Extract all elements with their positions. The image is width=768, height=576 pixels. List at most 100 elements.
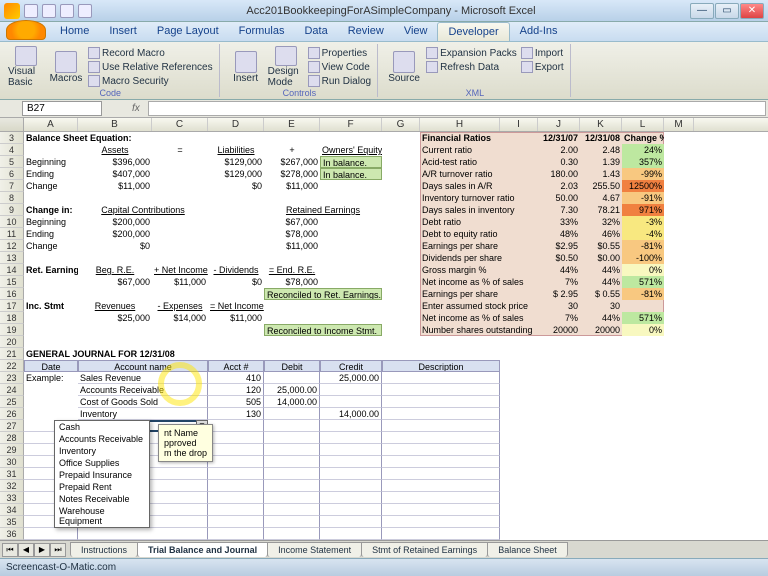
- ribbon-tab-review[interactable]: Review: [338, 22, 394, 41]
- cell[interactable]: [320, 468, 382, 480]
- sheet-tab[interactable]: Income Statement: [267, 542, 362, 557]
- worksheet[interactable]: ABCDEFGHIJKLM 34567891011121314151617181…: [0, 118, 768, 556]
- cell[interactable]: [208, 432, 264, 444]
- row-header[interactable]: 26: [0, 408, 24, 420]
- qat-redo-icon[interactable]: [60, 4, 74, 18]
- row-header[interactable]: 8: [0, 192, 24, 204]
- dropdown-item[interactable]: Prepaid Rent: [55, 481, 149, 493]
- cell[interactable]: [264, 480, 320, 492]
- ribbon-tab-insert[interactable]: Insert: [99, 22, 147, 41]
- col-header[interactable]: C: [152, 118, 208, 131]
- maximize-button[interactable]: ▭: [715, 3, 739, 19]
- col-header[interactable]: E: [264, 118, 320, 131]
- row-header[interactable]: 27: [0, 420, 24, 432]
- cell[interactable]: 120: [208, 384, 264, 396]
- cell[interactable]: 14,000.00: [264, 396, 320, 408]
- cell[interactable]: [320, 528, 382, 540]
- sheet-tab[interactable]: Trial Balance and Journal: [137, 542, 268, 557]
- run-dialog-button[interactable]: Run Dialog: [308, 74, 371, 88]
- cell[interactable]: [264, 372, 320, 384]
- qat-print-icon[interactable]: [78, 4, 92, 18]
- cell[interactable]: [208, 504, 264, 516]
- cell[interactable]: [264, 408, 320, 420]
- export-button[interactable]: Export: [521, 60, 564, 74]
- col-header[interactable]: D: [208, 118, 264, 131]
- cell[interactable]: [382, 408, 500, 420]
- row-header[interactable]: 4: [0, 144, 24, 156]
- col-header[interactable]: K: [580, 118, 622, 131]
- row-header[interactable]: 33: [0, 492, 24, 504]
- properties-button[interactable]: Properties: [308, 46, 371, 60]
- row-header[interactable]: 9: [0, 204, 24, 216]
- cell[interactable]: Cost of Goods Sold: [78, 396, 208, 408]
- minimize-button[interactable]: —: [690, 3, 714, 19]
- dropdown-item[interactable]: Cash: [55, 421, 149, 433]
- row-header[interactable]: 29: [0, 444, 24, 456]
- cell[interactable]: Inventory: [78, 408, 208, 420]
- record-macro-button[interactable]: Record Macro: [88, 46, 213, 60]
- cell[interactable]: [208, 492, 264, 504]
- cell[interactable]: [382, 444, 500, 456]
- cell[interactable]: Sales Revenue: [78, 372, 208, 384]
- insert-control-button[interactable]: Insert: [228, 46, 264, 88]
- row-header[interactable]: 6: [0, 168, 24, 180]
- row-header[interactable]: 13: [0, 252, 24, 264]
- cell[interactable]: [382, 528, 500, 540]
- cell[interactable]: Accounts Receivable: [78, 384, 208, 396]
- row-header[interactable]: 25: [0, 396, 24, 408]
- cell[interactable]: [264, 420, 320, 432]
- ribbon-tab-data[interactable]: Data: [294, 22, 337, 41]
- cell[interactable]: [264, 456, 320, 468]
- cell[interactable]: [264, 432, 320, 444]
- row-header[interactable]: 7: [0, 180, 24, 192]
- ribbon-tab-add-ins[interactable]: Add-Ins: [510, 22, 568, 41]
- macros-button[interactable]: Macros: [48, 46, 84, 88]
- cell[interactable]: [78, 528, 208, 540]
- dropdown-item[interactable]: Prepaid Insurance: [55, 469, 149, 481]
- row-header[interactable]: 24: [0, 384, 24, 396]
- cell[interactable]: [24, 528, 78, 540]
- cell[interactable]: 130: [208, 408, 264, 420]
- formula-bar[interactable]: [148, 101, 766, 116]
- sheet-tab[interactable]: Instructions: [70, 542, 138, 557]
- col-header[interactable]: G: [382, 118, 420, 131]
- cell[interactable]: [320, 444, 382, 456]
- qat-undo-icon[interactable]: [42, 4, 56, 18]
- cell[interactable]: [382, 468, 500, 480]
- row-header[interactable]: 35: [0, 516, 24, 528]
- cell[interactable]: [320, 432, 382, 444]
- dropdown-item[interactable]: Accounts Receivable: [55, 433, 149, 445]
- col-header[interactable]: L: [622, 118, 664, 131]
- fx-icon[interactable]: fx: [132, 103, 148, 114]
- cell[interactable]: [264, 444, 320, 456]
- row-header[interactable]: 10: [0, 216, 24, 228]
- row-header[interactable]: 22: [0, 360, 24, 372]
- cell[interactable]: 25,000.00: [320, 372, 382, 384]
- view-code-button[interactable]: View Code: [308, 60, 371, 74]
- cell[interactable]: [208, 528, 264, 540]
- row-header[interactable]: 32: [0, 480, 24, 492]
- cell[interactable]: [264, 516, 320, 528]
- office-button[interactable]: [6, 20, 46, 40]
- col-header[interactable]: I: [500, 118, 538, 131]
- col-header[interactable]: H: [420, 118, 500, 131]
- row-header[interactable]: 18: [0, 312, 24, 324]
- dropdown-item[interactable]: Office Supplies: [55, 457, 149, 469]
- cell[interactable]: 410: [208, 372, 264, 384]
- expansion-packs-button[interactable]: Expansion Packs: [426, 46, 517, 60]
- row-header[interactable]: 5: [0, 156, 24, 168]
- cell[interactable]: 25,000.00: [264, 384, 320, 396]
- cell[interactable]: [208, 444, 264, 456]
- dropdown-item[interactable]: Warehouse Equipment: [55, 505, 149, 527]
- tab-nav-next[interactable]: ▶: [34, 543, 50, 557]
- tab-nav-prev[interactable]: ◀: [18, 543, 34, 557]
- cell[interactable]: [382, 516, 500, 528]
- cell[interactable]: [208, 480, 264, 492]
- cell[interactable]: [382, 372, 500, 384]
- row-header[interactable]: 31: [0, 468, 24, 480]
- sheet-tab[interactable]: Balance Sheet: [487, 542, 568, 557]
- ribbon-tab-home[interactable]: Home: [50, 22, 99, 41]
- name-box[interactable]: B27: [22, 101, 102, 116]
- cell[interactable]: [208, 420, 264, 432]
- source-button[interactable]: Source: [386, 46, 422, 88]
